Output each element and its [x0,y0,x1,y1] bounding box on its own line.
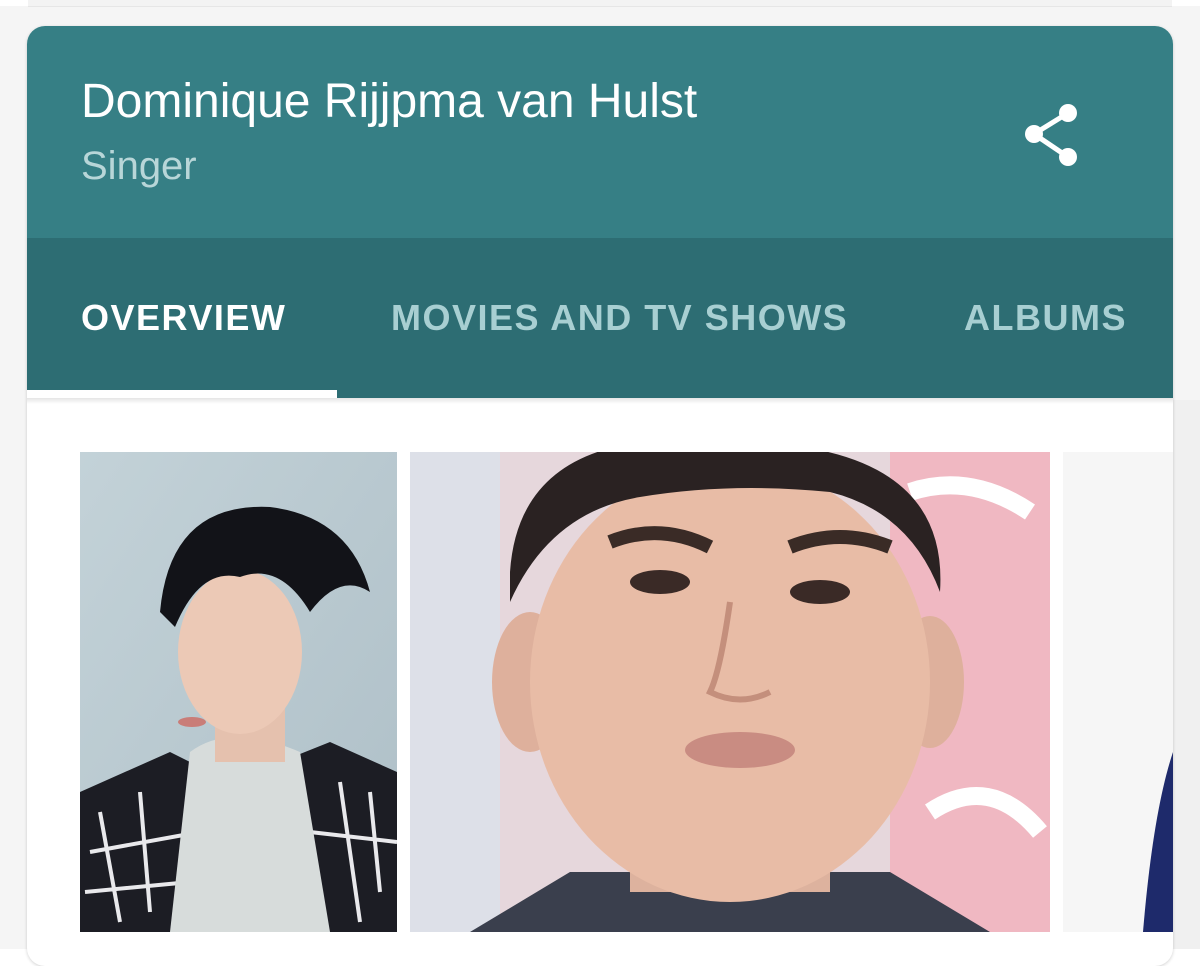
tab-movies-and-tv-shows[interactable]: MOVIES AND TV SHOWS [391,238,848,398]
tab-bar: OVERVIEW MOVIES AND TV SHOWS ALBUMS [27,238,1173,398]
tab-albums[interactable]: ALBUMS [964,238,1127,398]
share-icon [1025,104,1077,166]
next-card-edge [1173,400,1200,949]
previous-card-edge [28,0,1172,7]
portrait-photo-3-partial[interactable] [1063,452,1173,932]
panel-header: Dominique Rijjpma van Hulst Singer [27,26,1173,238]
share-button[interactable] [1013,96,1093,176]
tab-bar-shadow [27,398,1173,404]
portrait-photo-1[interactable] [80,452,397,932]
entity-category: Singer [81,144,197,188]
entity-name: Dominique Rijjpma van Hulst [81,75,698,128]
tab-overview[interactable]: OVERVIEW [81,238,286,398]
knowledge-panel-card: Dominique Rijjpma van Hulst Singer OVERV… [27,26,1173,966]
portrait-photo-2[interactable] [410,452,1050,932]
active-tab-indicator [27,390,337,398]
